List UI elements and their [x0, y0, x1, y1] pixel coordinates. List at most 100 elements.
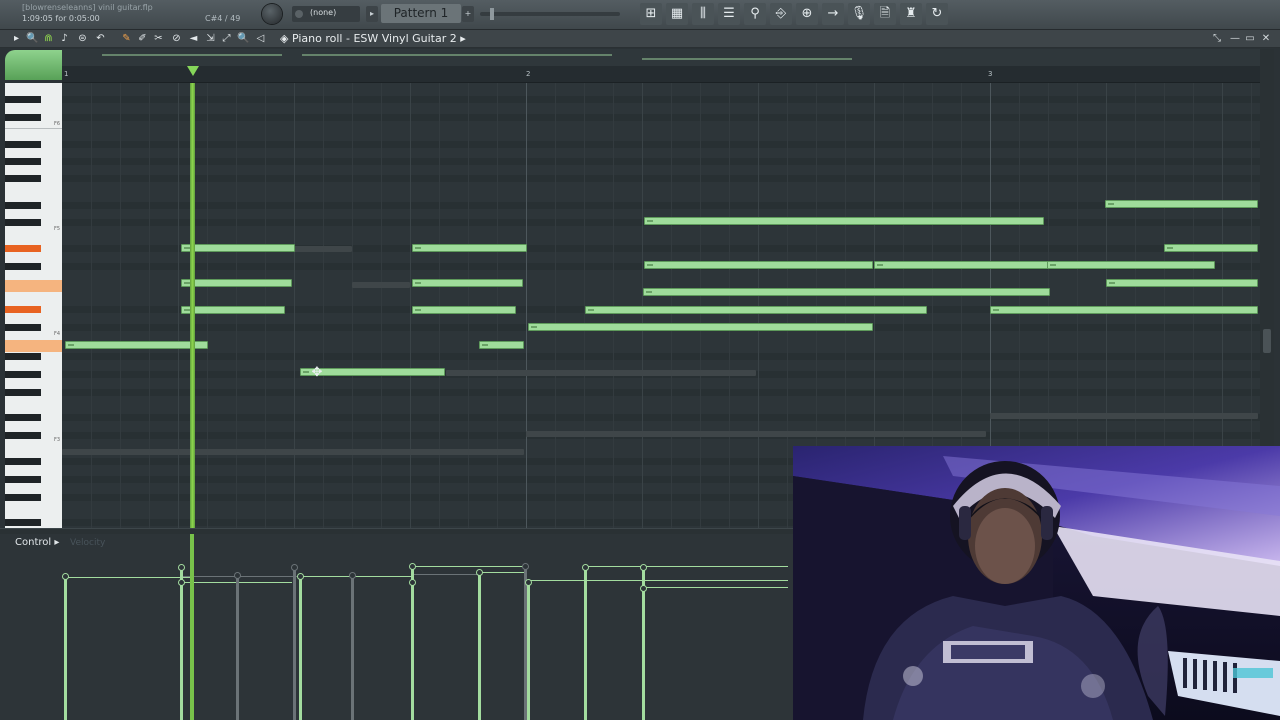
note-icon[interactable]: ♪ [58, 32, 71, 46]
minimize-icon[interactable]: — [1228, 32, 1242, 46]
stamp-icon[interactable]: ⊜ [76, 32, 89, 46]
black-key[interactable] [5, 324, 41, 331]
black-key[interactable] [5, 158, 41, 165]
piano-keyboard[interactable]: F6 F5 F4 F3 [5, 83, 62, 528]
black-key[interactable] [5, 494, 41, 501]
time-ruler[interactable]: 1 2 3 [62, 66, 1260, 83]
detach-icon[interactable]: ⤡ [1210, 32, 1224, 46]
note[interactable] [1047, 261, 1215, 269]
tempo-slider[interactable] [480, 8, 620, 20]
black-key[interactable] [5, 353, 41, 360]
close-icon[interactable]: ✕ [1259, 32, 1273, 46]
maximize-icon[interactable]: ▭ [1243, 32, 1257, 46]
delete-icon[interactable]: ⊘ [170, 32, 183, 46]
black-key[interactable] [5, 371, 41, 378]
slider-handle[interactable] [490, 8, 494, 20]
hat-icon[interactable]: ♜ [900, 3, 922, 25]
speaker-icon[interactable]: ◁ [254, 32, 267, 46]
black-key-highlighted[interactable] [5, 306, 41, 313]
note[interactable] [644, 261, 873, 269]
note[interactable] [990, 306, 1258, 314]
note[interactable] [585, 306, 927, 314]
refresh-icon[interactable]: ↻ [926, 3, 948, 25]
note[interactable] [412, 244, 527, 252]
add-pattern-button[interactable]: + [462, 6, 474, 22]
note[interactable] [1106, 279, 1258, 287]
velocity-bar[interactable] [297, 573, 304, 720]
velocity-bar[interactable] [525, 579, 532, 720]
control-menu[interactable]: Control ▸ [15, 537, 59, 548]
velocity-bar[interactable] [409, 579, 416, 720]
black-key[interactable] [5, 263, 41, 270]
plugin-selector-value: (none) [310, 8, 337, 17]
piano-roll-title[interactable]: ◈ Piano roll - ESW Vinyl Guitar 2 ▸ [280, 32, 466, 45]
file-icon[interactable]: 🗎 [874, 3, 896, 25]
black-key[interactable] [5, 389, 41, 396]
mixer-icon[interactable]: ⫼ [692, 3, 714, 25]
note[interactable] [65, 341, 208, 349]
black-key[interactable] [5, 476, 41, 483]
white-key-highlighted[interactable] [5, 340, 62, 352]
menu-arrow-icon[interactable]: ▸ [10, 32, 23, 46]
key-label: F4 [53, 331, 60, 337]
note[interactable] [1164, 244, 1258, 252]
black-key[interactable] [5, 414, 41, 421]
webcam-image [793, 446, 1280, 720]
overview-strip[interactable] [62, 49, 1260, 66]
note[interactable] [412, 306, 516, 314]
black-key[interactable] [5, 141, 41, 148]
mic-icon[interactable]: 🎙 [848, 3, 870, 25]
magnet-icon[interactable]: ⋒ [42, 32, 55, 46]
black-key[interactable] [5, 202, 41, 209]
next-icon[interactable]: → [822, 3, 844, 25]
black-key[interactable] [5, 114, 41, 121]
slice-icon[interactable]: ✂ [152, 32, 165, 46]
plugin-selector[interactable]: (none) [292, 6, 360, 22]
slip-icon[interactable]: ⤢ [220, 32, 233, 46]
note[interactable] [528, 323, 873, 331]
playlist-icon[interactable]: ▦ [666, 3, 688, 25]
note[interactable] [874, 261, 1048, 269]
note[interactable] [412, 279, 523, 287]
note[interactable] [181, 306, 285, 314]
note[interactable] [1105, 200, 1258, 208]
undo-icon[interactable]: ↶ [94, 32, 107, 46]
note[interactable] [644, 217, 1044, 225]
pencil-icon[interactable]: ✎ [120, 32, 133, 46]
routing-icon[interactable]: ⎆ [770, 3, 792, 25]
note-preview-button[interactable] [5, 50, 62, 80]
note[interactable] [181, 244, 295, 252]
title-expand-icon[interactable]: ▸ [460, 32, 466, 45]
pattern-selector[interactable]: Pattern 1 [381, 4, 461, 23]
master-pitch-knob[interactable] [262, 4, 282, 24]
velocity-bar[interactable] [178, 579, 185, 720]
black-key[interactable] [5, 432, 41, 439]
plugin-icon[interactable]: ⚲ [744, 3, 766, 25]
black-key-highlighted[interactable] [5, 245, 41, 252]
zoom-tool-icon[interactable]: 🔍 [26, 32, 39, 46]
velocity-bar[interactable] [476, 569, 483, 720]
note[interactable] [181, 279, 292, 287]
velocity-bar[interactable] [582, 564, 589, 720]
move-cursor-icon: ✥ [311, 365, 323, 380]
pattern-prev-button[interactable]: ▸ [366, 6, 378, 22]
black-key[interactable] [5, 458, 41, 465]
brush-icon[interactable]: ✐ [136, 32, 149, 46]
white-key-highlighted[interactable] [5, 280, 62, 292]
zoom-icon[interactable]: 🔍 [237, 32, 250, 46]
select-icon[interactable]: ⇲ [204, 32, 217, 46]
note[interactable] [479, 341, 524, 349]
pianoroll-icon[interactable]: ⊞ [640, 3, 662, 25]
mute-icon[interactable]: ◄ [187, 32, 200, 46]
scroll-thumb[interactable] [1263, 329, 1271, 353]
black-key[interactable] [5, 175, 41, 182]
playhead-marker[interactable] [187, 66, 199, 76]
velocity-bar[interactable] [640, 585, 647, 720]
browser-icon[interactable]: ⊕ [796, 3, 818, 25]
black-key[interactable] [5, 519, 41, 526]
velocity-bar[interactable] [62, 573, 69, 720]
black-key[interactable] [5, 219, 41, 226]
note[interactable] [643, 288, 1050, 296]
channelrack-icon[interactable]: ☰ [718, 3, 740, 25]
black-key[interactable] [5, 96, 41, 103]
